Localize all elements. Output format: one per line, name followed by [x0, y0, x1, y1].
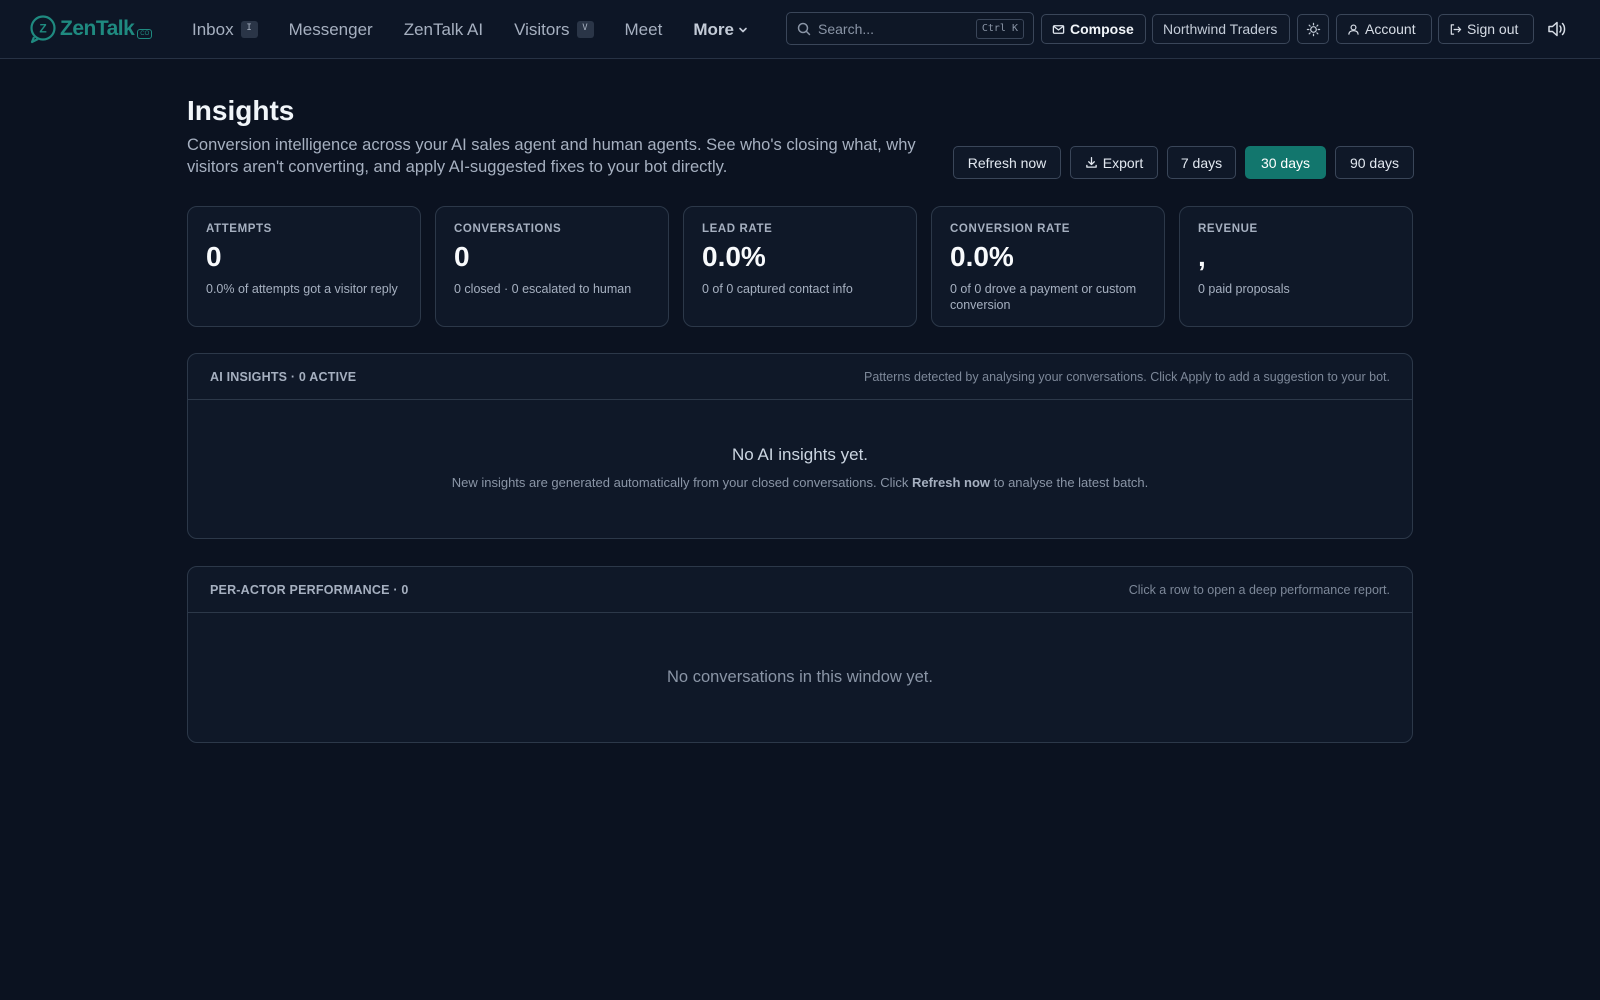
kpi-card-attempts: ATTEMPTS 0 0.0% of attempts got a visito… — [187, 206, 421, 327]
shortcut-badge: I — [240, 21, 258, 38]
panel-title: PER-ACTOR PERFORMANCE · 0 — [210, 582, 409, 597]
kpi-subtext: 0 of 0 drove a payment or custom convers… — [950, 282, 1137, 312]
app-logo[interactable]: Z ZenTalk CO — [28, 13, 153, 45]
kpi-subtext: 0 closed · 0 escalated to human — [454, 282, 632, 296]
ai-insights-panel: AI INSIGHTS · 0 ACTIVE Patterns detected… — [187, 353, 1413, 539]
nav-item-messenger[interactable]: Messenger — [289, 20, 373, 40]
refresh-label: Refresh now — [967, 154, 1047, 171]
empty-state-title: No AI insights yet. — [731, 445, 869, 464]
organization-name: Northwind Traders — [1163, 21, 1278, 37]
chevron-down-icon — [739, 27, 747, 32]
kpi-card-conversations: CONVERSATIONS 0 0 closed · 0 escalated t… — [435, 206, 669, 327]
kpi-value: 0 — [206, 241, 222, 272]
account-label: Account — [1365, 21, 1416, 37]
search-shortcut-hint: Ctrl K — [975, 19, 1024, 39]
kpi-value: 0.0% — [950, 241, 1014, 272]
account-button[interactable]: Account — [1336, 14, 1432, 44]
panel-header: PER-ACTOR PERFORMANCE · 0 Click a row to… — [188, 567, 1412, 613]
refresh-now-button[interactable]: Refresh now — [953, 146, 1061, 179]
mail-icon — [1052, 24, 1065, 34]
per-actor-performance-panel: PER-ACTOR PERFORMANCE · 0 Click a row to… — [187, 566, 1413, 743]
page-title: Insights — [187, 95, 295, 126]
empty-state: No AI insights yet. New insights are gen… — [188, 400, 1412, 490]
search-input[interactable] — [818, 19, 968, 39]
nav-more-label: More — [693, 19, 734, 39]
compose-label: Compose — [1070, 21, 1134, 37]
kpi-value: 0.0% — [702, 241, 766, 272]
panel-header: AI INSIGHTS · 0 ACTIVE Patterns detected… — [188, 354, 1412, 400]
organization-switcher-button[interactable]: Northwind Traders — [1152, 14, 1290, 44]
kpi-card-revenue: REVENUE , 0 paid proposals — [1179, 206, 1413, 327]
kpi-subtext: 0.0% of attempts got a visitor reply — [206, 282, 398, 296]
empty-state: No conversations in this window yet. — [188, 613, 1412, 687]
theme-toggle-button[interactable] — [1297, 14, 1329, 44]
global-search: Ctrl K — [786, 12, 1034, 45]
range-7-days-button[interactable]: 7 days — [1167, 146, 1236, 179]
refresh-now-link[interactable]: Refresh now — [912, 475, 990, 490]
sign-out-label: Sign out — [1467, 21, 1519, 37]
kpi-label: LEAD RATE — [702, 223, 773, 235]
kpi-subtext: 0 of 0 captured contact info — [702, 282, 853, 296]
nav-more-dropdown[interactable]: More — [693, 20, 748, 40]
svg-text:Z: Z — [39, 22, 46, 36]
kpi-subtext: 0 paid proposals — [1198, 282, 1290, 296]
kpi-label: CONVERSION RATE — [950, 223, 1070, 235]
logo-badge: CO — [137, 29, 153, 39]
panel-hint: Patterns detected by analysing your conv… — [863, 369, 1390, 384]
range-90-days-button[interactable]: 90 days — [1335, 146, 1414, 179]
kpi-label: ATTEMPTS — [206, 223, 272, 235]
panel-hint: Click a row to open a deep performance r… — [1128, 582, 1390, 597]
sun-icon — [1306, 22, 1320, 36]
log-out-icon — [1450, 23, 1462, 35]
page-description: Conversion intelligence across your AI s… — [187, 136, 916, 176]
shortcut-badge: V — [576, 21, 594, 38]
range-label: 90 days — [1349, 154, 1400, 171]
top-navigation-bar: Z ZenTalk CO Inbox I Messenger ZenTalk A… — [0, 0, 1600, 59]
nav-item-inbox[interactable]: Inbox I — [192, 20, 258, 40]
nav-item-label: ZenTalk AI — [403, 19, 484, 39]
kpi-value: , — [1198, 241, 1206, 272]
panel-title: AI INSIGHTS · 0 ACTIVE — [210, 369, 357, 384]
compose-button[interactable]: Compose — [1041, 14, 1146, 44]
export-label: Export — [1102, 154, 1144, 171]
nav-item-meet[interactable]: Meet — [625, 20, 663, 40]
nav-item-visitors[interactable]: Visitors V — [514, 19, 594, 40]
range-30-days-button[interactable]: 30 days — [1245, 146, 1326, 179]
range-label: 7 days — [1180, 154, 1223, 171]
kpi-label: CONVERSATIONS — [454, 223, 562, 235]
logo-text: ZenTalk — [60, 17, 135, 40]
speaker-icon[interactable] — [1546, 18, 1568, 40]
export-button[interactable]: Export — [1070, 146, 1158, 179]
nav-item-label: Meet — [624, 19, 663, 39]
empty-state-description: New insights are generated automatically… — [188, 475, 1412, 490]
main-nav: Inbox I Messenger ZenTalk AI Visitors V … — [192, 0, 779, 59]
logo-mark-icon: Z — [30, 15, 56, 44]
nav-item-label: Visitors — [514, 19, 570, 39]
empty-state-text: New insights are generated automatically… — [451, 475, 912, 490]
nav-item-label: Messenger — [288, 19, 373, 39]
kpi-card-conversion-rate: CONVERSION RATE 0.0% 0 of 0 drove a paym… — [931, 206, 1165, 327]
nav-item-label: Inbox — [192, 19, 234, 39]
kpi-card-lead-rate: LEAD RATE 0.0% 0 of 0 captured contact i… — [683, 206, 917, 327]
empty-state-text: to analyse the latest batch. — [990, 475, 1149, 490]
search-icon — [797, 22, 811, 36]
range-label: 30 days — [1260, 154, 1311, 171]
kpi-value: 0 — [454, 241, 470, 272]
nav-item-zentalk-ai[interactable]: ZenTalk AI — [404, 20, 483, 40]
empty-state-message: No conversations in this window yet. — [667, 668, 933, 686]
kpi-label: REVENUE — [1198, 223, 1258, 235]
user-icon — [1348, 23, 1359, 35]
download-icon — [1085, 157, 1097, 168]
sign-out-button[interactable]: Sign out — [1438, 14, 1534, 44]
